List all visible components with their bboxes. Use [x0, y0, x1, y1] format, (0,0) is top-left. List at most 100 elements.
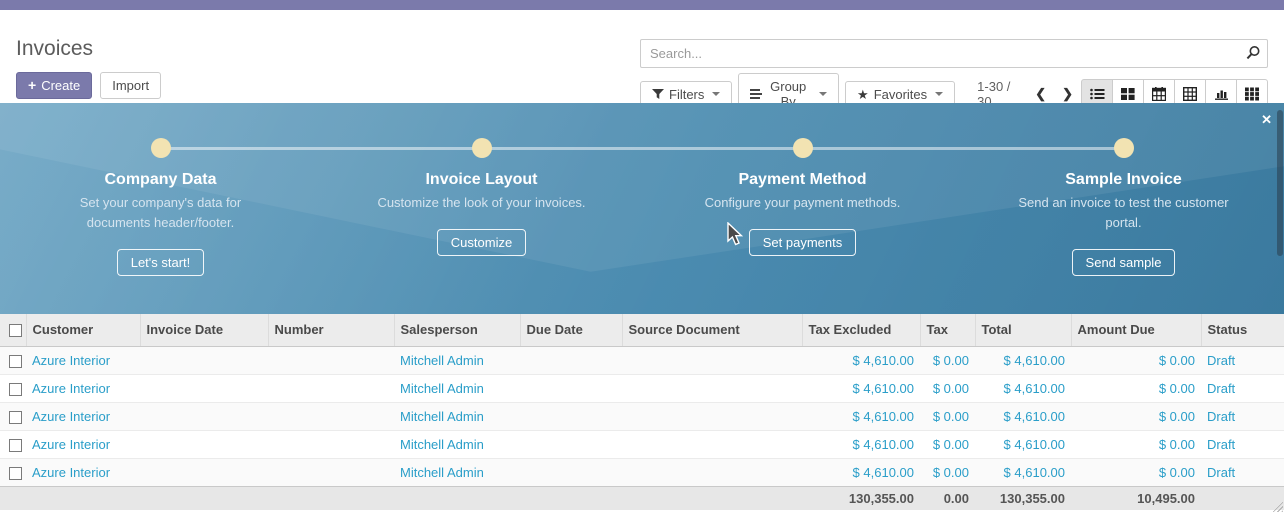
- cell-tax[interactable]: $ 0.00: [920, 374, 975, 402]
- cell-source-document[interactable]: [622, 346, 802, 374]
- onboarding-step-payment-method: Payment Method Configure your payment me…: [642, 103, 963, 314]
- cell-total[interactable]: $ 4,610.00: [975, 346, 1071, 374]
- cell-source-document[interactable]: [622, 374, 802, 402]
- cell-due-date[interactable]: [520, 430, 622, 458]
- cell-status[interactable]: Draft: [1201, 402, 1284, 430]
- cell-total[interactable]: $ 4,610.00: [975, 430, 1071, 458]
- cell-status[interactable]: Draft: [1201, 374, 1284, 402]
- cell-number[interactable]: [268, 430, 394, 458]
- cell-tax-excluded[interactable]: $ 4,610.00: [802, 374, 920, 402]
- cell-amount-due[interactable]: $ 0.00: [1071, 402, 1201, 430]
- cell-total[interactable]: $ 4,610.00: [975, 402, 1071, 430]
- column-header-status[interactable]: Status: [1201, 314, 1284, 346]
- customize-button[interactable]: Customize: [437, 229, 526, 256]
- cell-amount-due[interactable]: $ 0.00: [1071, 430, 1201, 458]
- cell-customer[interactable]: Azure Interior: [26, 346, 140, 374]
- cell-tax-excluded[interactable]: $ 4,610.00: [802, 346, 920, 374]
- cell-tax[interactable]: $ 0.00: [920, 458, 975, 486]
- column-header-tax-excluded[interactable]: Tax Excluded: [802, 314, 920, 346]
- cell-invoice-date[interactable]: [140, 374, 268, 402]
- cell-number[interactable]: [268, 402, 394, 430]
- cell-invoice-date[interactable]: [140, 458, 268, 486]
- column-header-source-document[interactable]: Source Document: [622, 314, 802, 346]
- pager-next-button[interactable]: [1054, 83, 1081, 105]
- cell-number[interactable]: [268, 346, 394, 374]
- cell-customer[interactable]: Azure Interior: [26, 430, 140, 458]
- cell-salesperson[interactable]: Mitchell Admin: [394, 458, 520, 486]
- table-row[interactable]: Azure Interior Mitchell Admin $ 4,610.00…: [0, 402, 1284, 430]
- column-header-due-date[interactable]: Due Date: [520, 314, 622, 346]
- cell-salesperson[interactable]: Mitchell Admin: [394, 374, 520, 402]
- cell-status[interactable]: Draft: [1201, 346, 1284, 374]
- column-header-salesperson[interactable]: Salesperson: [394, 314, 520, 346]
- column-header-tax[interactable]: Tax: [920, 314, 975, 346]
- cell-total[interactable]: $ 4,610.00: [975, 374, 1071, 402]
- step-dot-icon: [151, 138, 171, 158]
- import-button[interactable]: Import: [100, 72, 161, 99]
- nav-item-vendors[interactable]: Vendors: [248, 0, 296, 10]
- vertical-scrollbar[interactable]: [1277, 110, 1283, 256]
- table-row[interactable]: Azure Interior Mitchell Admin $ 4,610.00…: [0, 346, 1284, 374]
- cell-invoice-date[interactable]: [140, 346, 268, 374]
- cell-tax-excluded[interactable]: $ 4,610.00: [802, 402, 920, 430]
- cell-source-document[interactable]: [622, 430, 802, 458]
- set-payments-button[interactable]: Set payments: [749, 229, 857, 256]
- cell-amount-due[interactable]: $ 0.00: [1071, 458, 1201, 486]
- create-button[interactable]: Create: [16, 72, 92, 99]
- table-row[interactable]: Azure Interior Mitchell Admin $ 4,610.00…: [0, 430, 1284, 458]
- table-row[interactable]: Azure Interior Mitchell Admin $ 4,610.00…: [0, 458, 1284, 486]
- select-all-checkbox[interactable]: [9, 324, 22, 337]
- nav-item-reporting[interactable]: Reporting: [330, 0, 386, 10]
- close-icon[interactable]: [1261, 113, 1272, 126]
- cell-salesperson[interactable]: Mitchell Admin: [394, 346, 520, 374]
- pager-previous-button[interactable]: [1027, 83, 1054, 105]
- cell-customer[interactable]: Azure Interior: [26, 458, 140, 486]
- cell-due-date[interactable]: [520, 374, 622, 402]
- table-row[interactable]: Azure Interior Mitchell Admin $ 4,610.00…: [0, 374, 1284, 402]
- cell-source-document[interactable]: [622, 402, 802, 430]
- column-header-total[interactable]: Total: [975, 314, 1071, 346]
- lets-start-button[interactable]: Let's start!: [117, 249, 205, 276]
- cell-amount-due[interactable]: $ 0.00: [1071, 374, 1201, 402]
- cell-total[interactable]: $ 4,610.00: [975, 458, 1071, 486]
- nav-item-configuration[interactable]: Configuration: [420, 0, 497, 10]
- funnel-icon: [652, 88, 664, 100]
- row-checkbox[interactable]: [9, 467, 22, 480]
- step-title: Company Data: [104, 171, 216, 189]
- cell-due-date[interactable]: [520, 346, 622, 374]
- cell-due-date[interactable]: [520, 402, 622, 430]
- row-checkbox[interactable]: [9, 439, 22, 452]
- cell-due-date[interactable]: [520, 458, 622, 486]
- cell-number[interactable]: [268, 374, 394, 402]
- column-header-amount-due[interactable]: Amount Due: [1071, 314, 1201, 346]
- cell-invoice-date[interactable]: [140, 402, 268, 430]
- cell-tax[interactable]: $ 0.00: [920, 346, 975, 374]
- page-title: Invoices: [16, 37, 93, 61]
- row-checkbox[interactable]: [9, 383, 22, 396]
- app-brand[interactable]: Invoicing: [38, 0, 117, 10]
- cell-salesperson[interactable]: Mitchell Admin: [394, 402, 520, 430]
- column-header-number[interactable]: Number: [268, 314, 394, 346]
- search-icon[interactable]: [1245, 45, 1261, 64]
- step-description: Customize the look of your invoices.: [377, 193, 585, 213]
- row-checkbox[interactable]: [9, 411, 22, 424]
- cell-salesperson[interactable]: Mitchell Admin: [394, 430, 520, 458]
- cell-status[interactable]: Draft: [1201, 430, 1284, 458]
- cell-number[interactable]: [268, 458, 394, 486]
- cell-amount-due[interactable]: $ 0.00: [1071, 346, 1201, 374]
- cell-customer[interactable]: Azure Interior: [26, 402, 140, 430]
- column-header-invoice-date[interactable]: Invoice Date: [140, 314, 268, 346]
- nav-item-customers[interactable]: Customers: [151, 0, 214, 10]
- cell-customer[interactable]: Azure Interior: [26, 374, 140, 402]
- search-input[interactable]: [640, 39, 1268, 68]
- cell-tax[interactable]: $ 0.00: [920, 402, 975, 430]
- cell-source-document[interactable]: [622, 458, 802, 486]
- row-checkbox[interactable]: [9, 355, 22, 368]
- column-header-customer[interactable]: Customer: [26, 314, 140, 346]
- send-sample-button[interactable]: Send sample: [1072, 249, 1176, 276]
- cell-invoice-date[interactable]: [140, 430, 268, 458]
- cell-tax-excluded[interactable]: $ 4,610.00: [802, 430, 920, 458]
- cell-tax[interactable]: $ 0.00: [920, 430, 975, 458]
- cell-tax-excluded[interactable]: $ 4,610.00: [802, 458, 920, 486]
- cell-status[interactable]: Draft: [1201, 458, 1284, 486]
